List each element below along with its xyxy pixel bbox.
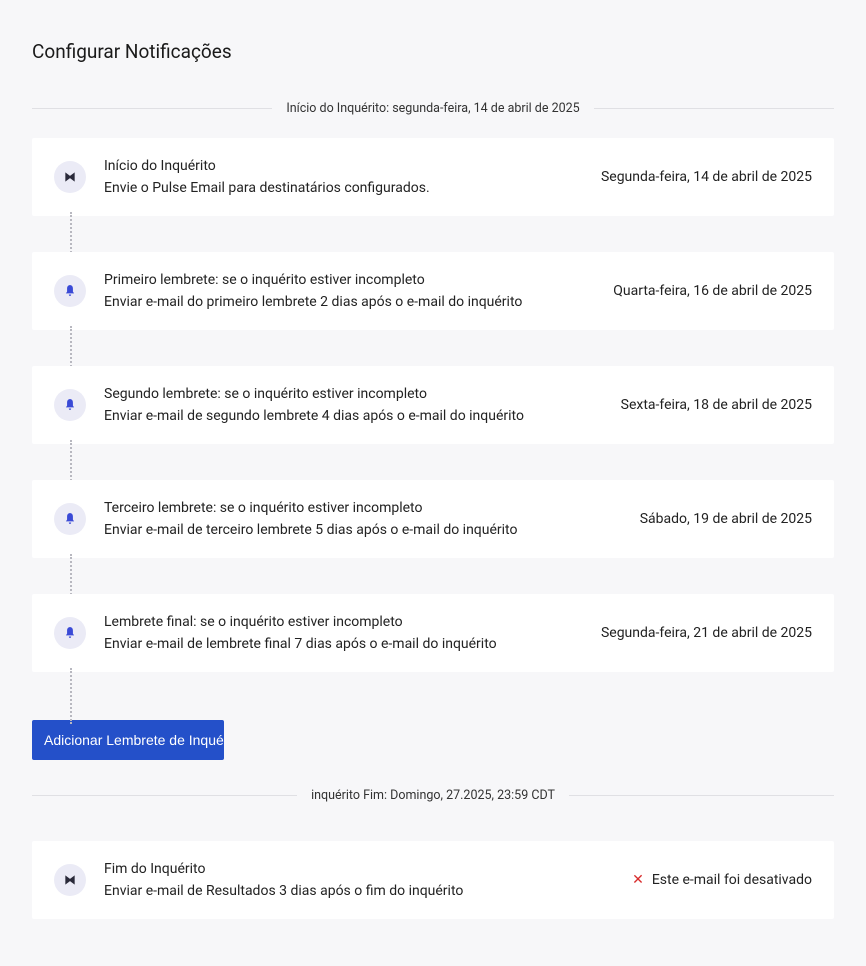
divider-line — [32, 795, 297, 796]
survey-end-card[interactable]: Fim do Inquérito Enviar e-mail de Result… — [32, 841, 834, 919]
card-date: Sexta-feira, 18 de abril de 2025 — [621, 397, 812, 413]
status-text: Este e-mail foi desativado — [652, 872, 812, 888]
survey-end-icon — [54, 864, 86, 896]
card-body: Primeiro lembrete: se o inquérito estive… — [104, 272, 595, 310]
card-body: Segundo lembrete: se o inquérito estiver… — [104, 386, 603, 424]
connector — [70, 216, 834, 252]
card-desc: Envie o Pulse Email para destinatários c… — [104, 180, 583, 196]
divider-line — [32, 108, 272, 109]
card-title: Lembrete final: se o inquérito estiver i… — [104, 614, 583, 630]
connector — [70, 558, 834, 594]
survey-start-icon — [54, 161, 86, 193]
card-status: ✕ Este e-mail foi desativado — [632, 872, 812, 888]
survey-end-divider-text: inquérito Fim: Domingo, 27.2025, 23:59 C… — [297, 788, 569, 803]
card-title: Segundo lembrete: se o inquérito estiver… — [104, 386, 603, 402]
card-desc: Enviar e-mail de lembrete final 7 dias a… — [104, 636, 583, 652]
close-icon: ✕ — [632, 873, 644, 887]
timeline: Início do Inquérito Envie o Pulse Email … — [32, 138, 834, 760]
bell-icon — [54, 389, 86, 421]
survey-start-divider: Início do Inquérito: segunda-feira, 14 d… — [32, 101, 834, 116]
card-body: Lembrete final: se o inquérito estiver i… — [104, 614, 583, 652]
card-title: Primeiro lembrete: se o inquérito estive… — [104, 272, 595, 288]
card-body: Terceiro lembrete: se o inquérito estive… — [104, 500, 622, 538]
reminder-2-card[interactable]: Segundo lembrete: se o inquérito estiver… — [32, 366, 834, 444]
survey-start-divider-text: Início do Inquérito: segunda-feira, 14 d… — [272, 101, 593, 116]
card-desc: Enviar e-mail de Resultados 3 dias após … — [104, 883, 614, 899]
card-body: Início do Inquérito Envie o Pulse Email … — [104, 158, 583, 196]
bell-icon — [54, 275, 86, 307]
divider-line — [594, 108, 834, 109]
bell-icon — [54, 503, 86, 535]
page-title: Configurar Notificações — [32, 40, 834, 63]
add-reminder-button[interactable]: Adicionar Lembrete de Inquérito — [32, 720, 224, 760]
connector — [70, 444, 834, 480]
bell-icon — [54, 617, 86, 649]
card-desc: Enviar e-mail de segundo lembrete 4 dias… — [104, 408, 603, 424]
card-body: Fim do Inquérito Enviar e-mail de Result… — [104, 861, 614, 899]
card-date: Segunda-feira, 21 de abril de 2025 — [601, 625, 812, 641]
card-title: Terceiro lembrete: se o inquérito estive… — [104, 500, 622, 516]
connector — [70, 672, 834, 720]
card-date: Quarta-feira, 16 de abril de 2025 — [613, 283, 812, 299]
card-desc: Enviar e-mail do primeiro lembrete 2 dia… — [104, 294, 595, 310]
survey-end-divider: inquérito Fim: Domingo, 27.2025, 23:59 C… — [32, 788, 834, 803]
reminder-4-card[interactable]: Lembrete final: se o inquérito estiver i… — [32, 594, 834, 672]
connector — [70, 330, 834, 366]
card-title: Fim do Inquérito — [104, 861, 614, 877]
card-date: Segunda-feira, 14 de abril de 2025 — [601, 169, 812, 185]
card-title: Início do Inquérito — [104, 158, 583, 174]
card-date: Sábado, 19 de abril de 2025 — [640, 511, 812, 527]
card-desc: Enviar e-mail de terceiro lembrete 5 dia… — [104, 522, 622, 538]
reminder-1-card[interactable]: Primeiro lembrete: se o inquérito estive… — [32, 252, 834, 330]
divider-line — [569, 795, 834, 796]
survey-start-card[interactable]: Início do Inquérito Envie o Pulse Email … — [32, 138, 834, 216]
reminder-3-card[interactable]: Terceiro lembrete: se o inquérito estive… — [32, 480, 834, 558]
